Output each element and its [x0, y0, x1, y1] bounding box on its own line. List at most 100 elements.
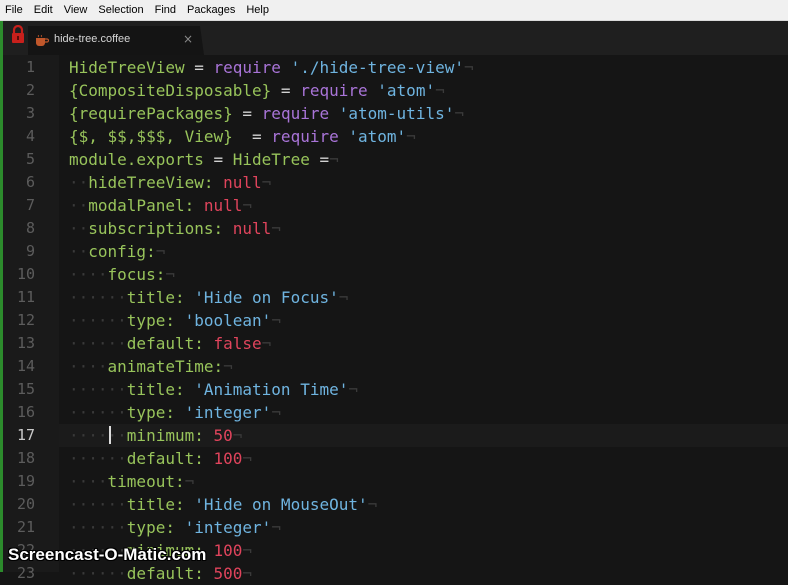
menu-packages[interactable]: Packages	[181, 0, 240, 20]
menu-selection[interactable]: Selection	[92, 0, 148, 20]
end-of-line-marker: ¬	[406, 127, 416, 146]
code-token: 'integer'	[184, 403, 272, 422]
indent-guide: ··	[69, 173, 89, 192]
code-line[interactable]: ····timeout:¬	[69, 470, 194, 493]
code-line[interactable]: HideTreeView = require './hide-tree-view…	[69, 56, 474, 79]
code-line[interactable]: ··modalPanel: null¬	[69, 194, 252, 217]
lock-icon[interactable]	[10, 25, 26, 45]
end-of-line-marker: ¬	[271, 219, 281, 238]
line-number: 13	[16, 334, 35, 352]
code-token: HideTree	[232, 150, 310, 169]
menu-find[interactable]: Find	[149, 0, 181, 20]
line-number: 8	[25, 219, 35, 237]
code-line[interactable]: ··config:¬	[69, 240, 165, 263]
line-number: 4	[25, 127, 35, 145]
line-number: 21	[16, 518, 35, 536]
indent-guide: ····	[69, 472, 108, 491]
code-line[interactable]: ······default: 500¬	[69, 562, 252, 585]
code-token: {$, $$,$$$, View}	[69, 127, 233, 146]
code-line[interactable]: {CompositeDisposable} = require 'atom'¬	[69, 79, 445, 102]
tab-hide-tree-coffee[interactable]: hide-tree.coffee ×	[28, 26, 204, 55]
code-token: 'integer'	[184, 518, 272, 537]
code-line[interactable]: ······minimum: 50¬	[69, 424, 242, 447]
code-token: 'Animation Time'	[194, 380, 349, 399]
code-line[interactable]: ······title: 'Hide on Focus'¬	[69, 286, 348, 309]
code-line[interactable]: ······title: 'Animation Time'¬	[69, 378, 358, 401]
end-of-line-marker: ¬	[271, 403, 281, 422]
end-of-line-marker: ¬	[242, 541, 253, 560]
code-token: =	[232, 127, 272, 146]
menu-bar: File Edit View Selection Find Packages Help	[0, 0, 788, 21]
line-number: 5	[25, 150, 35, 168]
code-line[interactable]: ····focus:¬	[69, 263, 175, 286]
menu-help[interactable]: Help	[240, 0, 274, 20]
indent-guide: ····	[69, 265, 108, 284]
line-number: 19	[16, 472, 35, 490]
end-of-line-marker: ¬	[165, 265, 175, 284]
code-token: default:	[126, 564, 204, 583]
line-number: 17	[16, 426, 35, 444]
line-number: 23	[16, 564, 35, 582]
code-line[interactable]: {$, $$,$$$, View} = require 'atom'¬	[69, 125, 416, 148]
code-line[interactable]: ······type: 'boolean'¬	[69, 309, 281, 332]
code-token: focus:	[107, 265, 166, 284]
end-of-line-marker: ¬	[329, 150, 339, 169]
menu-file[interactable]: File	[0, 0, 28, 20]
code-token: title:	[126, 495, 185, 514]
menu-edit[interactable]: Edit	[28, 0, 58, 20]
code-token: null	[223, 173, 262, 192]
code-line[interactable]: ······type: 'integer'¬	[69, 401, 281, 424]
end-of-line-marker: ¬	[271, 518, 281, 537]
code-line[interactable]: {requirePackages} = require 'atom-utils'…	[69, 102, 464, 125]
code-line[interactable]: ····animateTime:¬	[69, 355, 233, 378]
line-number: 14	[16, 357, 35, 375]
code-token: title:	[126, 288, 185, 307]
indent-guide: ······	[69, 564, 127, 583]
code-token: title:	[126, 380, 185, 399]
code-token: {requirePackages}	[69, 104, 233, 123]
end-of-line-marker: ¬	[232, 426, 243, 445]
code-line[interactable]: ··subscriptions: null¬	[69, 217, 281, 240]
code-line[interactable]: ······default: 100¬	[69, 447, 252, 470]
code-token: './hide-tree-view'	[290, 58, 464, 77]
code-token: animateTime:	[107, 357, 224, 376]
code-token: type:	[126, 518, 175, 537]
text-cursor	[109, 426, 111, 444]
code-token: =	[271, 81, 301, 100]
code-token: 100	[213, 449, 243, 468]
indent-guide: ······	[69, 518, 127, 537]
code-line[interactable]: module.exports = HideTree =¬	[69, 148, 339, 171]
line-number: 2	[25, 81, 35, 99]
code-token: HideTreeView	[69, 58, 185, 77]
code-line[interactable]: ······type: 'integer'¬	[69, 516, 281, 539]
code-editor[interactable]: 1 2 3 4 5 6 7 8 9 10 11 12 13 14 15 16 17 18 19 20 21 22 23 Hi…	[3, 55, 788, 583]
line-number: 3	[25, 104, 35, 122]
code-token: null	[203, 196, 243, 215]
code-token: modalPanel:	[88, 196, 195, 215]
code-token: module.exports	[69, 150, 204, 169]
end-of-line-marker: ¬	[435, 81, 445, 100]
code-token: 'atom'	[348, 127, 407, 146]
code-line[interactable]: ······default: false¬	[69, 332, 271, 355]
code-token: =	[184, 58, 214, 77]
line-number: 16	[16, 403, 35, 421]
end-of-line-marker: ¬	[242, 449, 253, 468]
tab-title: hide-tree.coffee	[54, 33, 131, 45]
close-icon[interactable]: ×	[182, 32, 194, 46]
line-number: 11	[16, 288, 35, 306]
code-line[interactable]: ······title: 'Hide on MouseOut'¬	[69, 493, 377, 516]
code-line[interactable]: ··hideTreeView: null¬	[69, 171, 271, 194]
end-of-line-marker: ¬	[338, 288, 349, 307]
menu-view[interactable]: View	[58, 0, 93, 20]
code-area[interactable]: HideTreeView = require './hide-tree-view…	[69, 55, 788, 583]
code-token: type:	[126, 403, 175, 422]
code-token: =	[309, 150, 330, 169]
code-token: =	[232, 104, 262, 123]
tab-bar: hide-tree.coffee ×	[0, 21, 788, 55]
line-number: 6	[25, 173, 35, 191]
